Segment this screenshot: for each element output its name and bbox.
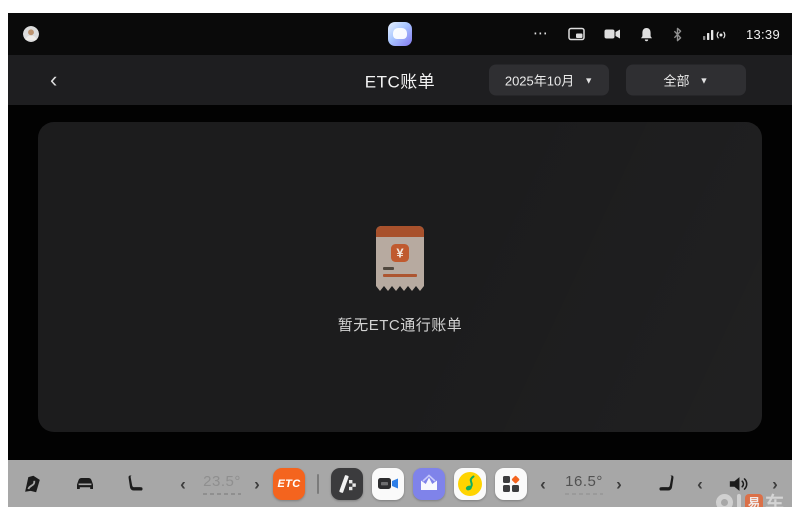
type-filter-label: 全部 (664, 71, 690, 90)
bottom-dock: ‹ 23.5° › ETC (8, 460, 792, 507)
dock-separator (317, 474, 319, 494)
temp-right-value: 16.5° (565, 473, 603, 490)
app-grid-icon[interactable] (495, 468, 527, 500)
checkered-flag-icon (331, 468, 363, 500)
page-header: ‹ ETC账单 2025年10月 ▼ 全部 ▼ (8, 55, 792, 105)
bell-icon[interactable] (640, 26, 653, 42)
temp-right-decrease-button[interactable]: ‹ (536, 473, 550, 494)
grid-apps-icon (495, 468, 527, 500)
type-filter-dropdown[interactable]: 全部 ▼ (626, 65, 746, 96)
chevron-down-icon: ▼ (584, 75, 593, 85)
music-note-icon (454, 468, 486, 500)
status-bar: ⋯ (8, 13, 792, 55)
pip-icon[interactable] (568, 26, 585, 42)
dashcam-app-icon[interactable] (372, 468, 404, 500)
temp-left-increase-button[interactable]: › (250, 473, 264, 494)
app-shortcuts: ETC (273, 468, 527, 500)
clock: 13:39 (746, 27, 780, 42)
volume-down-button[interactable]: ‹ (693, 473, 707, 494)
vip-crown-app-icon[interactable] (413, 468, 445, 500)
temp-left-value: 23.5° (203, 473, 241, 490)
user-avatar[interactable] (23, 26, 39, 42)
navigation-map-icon[interactable] (21, 473, 43, 495)
crown-icon (413, 468, 445, 500)
content-area: ¥ 暂无ETC通行账单 (8, 105, 792, 460)
filter-group: 2025年10月 ▼ 全部 ▼ (489, 65, 746, 96)
recorder-camera-icon (372, 468, 404, 500)
month-filter-dropdown[interactable]: 2025年10月 ▼ (489, 65, 609, 96)
page-title: ETC账单 (365, 68, 436, 93)
chevron-down-icon: ▼ (700, 75, 709, 85)
racing-app-icon[interactable] (331, 468, 363, 500)
car-settings-icon[interactable] (73, 472, 97, 496)
temp-left-control[interactable]: 23.5° (203, 473, 241, 495)
etc-app-label: ETC (278, 478, 301, 490)
yuan-symbol: ¥ (396, 245, 404, 260)
etc-app-icon[interactable]: ETC (273, 468, 305, 500)
video-camera-icon[interactable] (604, 26, 621, 42)
bill-receipt-icon: ¥ (368, 220, 432, 300)
voice-assistant-icon[interactable] (388, 22, 412, 46)
seat-right-icon[interactable] (655, 474, 675, 494)
avatar-person-icon (23, 26, 39, 42)
speaker-icon[interactable] (728, 474, 750, 494)
temp-left-decrease-button[interactable]: ‹ (176, 473, 190, 494)
temp-left-level-indicator (203, 493, 241, 495)
status-icons: ⋯ (533, 13, 780, 55)
signal-hotspot-icon (702, 26, 727, 42)
bill-list-card: ¥ 暂无ETC通行账单 (38, 122, 762, 432)
seat-left-icon[interactable] (127, 474, 147, 494)
temp-right-increase-button[interactable]: › (612, 473, 626, 494)
bluetooth-icon[interactable] (672, 26, 683, 42)
empty-state-message: 暂无ETC通行账单 (338, 314, 463, 335)
month-filter-label: 2025年10月 (505, 71, 574, 90)
volume-up-button[interactable]: › (768, 473, 782, 494)
car-infotainment-screen: ⋯ (8, 13, 792, 507)
temp-right-level-indicator (565, 493, 603, 495)
temp-right-control[interactable]: 16.5° (565, 473, 603, 495)
back-button[interactable]: ‹ (42, 65, 65, 95)
qq-music-app-icon[interactable] (454, 468, 486, 500)
more-icon[interactable]: ⋯ (533, 26, 549, 42)
